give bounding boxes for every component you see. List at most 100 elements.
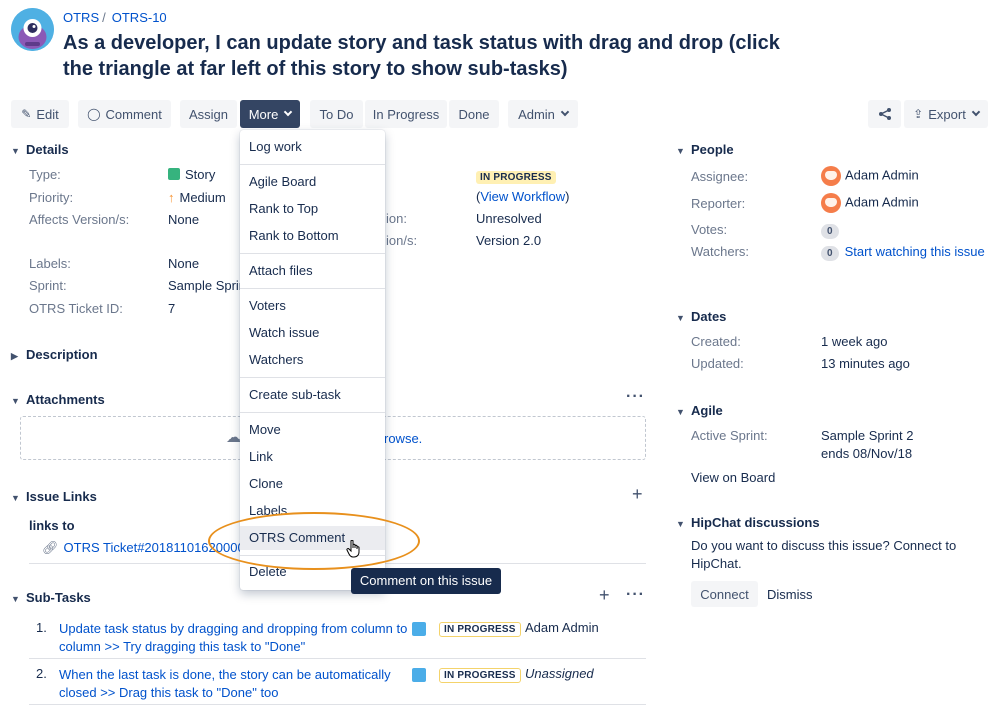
subtask-divider	[29, 704, 646, 705]
reporter-name: Adam Admin	[845, 194, 919, 210]
view-on-board-link[interactable]: View on Board	[691, 470, 775, 485]
sub-tasks-toggle[interactable]: ▼ Sub-Tasks	[11, 590, 91, 605]
project-avatar[interactable]	[11, 8, 54, 51]
highlight-ring	[208, 512, 420, 570]
menu-item-move[interactable]: Move	[240, 419, 385, 441]
more-button[interactable]: More	[240, 100, 300, 128]
hipchat-heading: HipChat discussions	[691, 515, 820, 530]
assign-button[interactable]: Assign	[180, 100, 237, 128]
tooltip: Comment on this issue	[351, 568, 501, 594]
subtasks-more-icon[interactable]: ···	[626, 586, 645, 604]
subtask-assignee[interactable]: Adam Admin	[525, 620, 599, 635]
done-button[interactable]: Done	[449, 100, 499, 128]
attachments-heading: Attachments	[26, 392, 105, 407]
fix-version-value[interactable]: Version 2.0	[476, 233, 541, 248]
browse-link[interactable]: rowse.	[384, 431, 422, 446]
attachments-more-icon[interactable]: ···	[626, 388, 645, 406]
hipchat-toggle[interactable]: ▼ HipChat discussions	[676, 515, 820, 530]
subtask-summary-line: Update task status by dragging and dropp…	[59, 621, 408, 636]
export-label: Export	[928, 106, 966, 122]
subtask-status: IN PROGRESS	[439, 620, 521, 637]
in-progress-label: In Progress	[372, 106, 440, 122]
subtask-assignee: Unassigned	[525, 666, 594, 681]
details-toggle[interactable]: ▼ Details	[11, 142, 69, 157]
dates-toggle[interactable]: ▼ Dates	[676, 309, 726, 324]
resolution-label: ion:	[386, 211, 407, 226]
menu-item-rank-to-top[interactable]: Rank to Top	[240, 198, 385, 220]
assignee-value[interactable]: Adam Admin	[821, 166, 919, 186]
export-button[interactable]: ⇪ Export	[904, 100, 988, 128]
admin-button[interactable]: Admin	[508, 100, 578, 128]
dismiss-link[interactable]: Dismiss	[767, 587, 813, 602]
affects-version-value: None	[168, 212, 200, 227]
menu-item-watch-issue[interactable]: Watch issue	[240, 322, 385, 344]
updated-label: Updated:	[691, 356, 744, 371]
watchers-label: Watchers:	[691, 244, 750, 259]
sub-tasks-heading: Sub-Tasks	[26, 590, 91, 605]
start-watching-link[interactable]: Start watching this issue	[845, 244, 985, 259]
description-toggle[interactable]: ▶ Description	[11, 347, 98, 362]
subtask-summary[interactable]: When the last task is done, the story ca…	[59, 666, 391, 702]
menu-item-rank-to-bottom[interactable]: Rank to Bottom	[240, 225, 385, 247]
issue-links-toggle[interactable]: ▼ Issue Links	[11, 489, 97, 504]
breadcrumb-project[interactable]: OTRS	[63, 10, 99, 25]
menu-divider	[240, 164, 385, 165]
menu-item-link[interactable]: Link	[240, 446, 385, 468]
reporter-value[interactable]: Adam Admin	[821, 193, 919, 213]
type-label: Type:	[29, 167, 61, 182]
status-lozenge: IN PROGRESS	[476, 171, 556, 184]
menu-item-watchers[interactable]: Watchers	[240, 349, 385, 371]
to-do-label: To Do	[319, 106, 354, 122]
subtask-number: 1.	[36, 620, 47, 635]
breadcrumb: OTRS / OTRS-10	[63, 10, 167, 25]
subtask-type-icon	[412, 668, 426, 685]
comment-button[interactable]: ◯ Comment	[78, 100, 171, 128]
share-button[interactable]	[868, 100, 901, 128]
labels-value: None	[168, 256, 200, 271]
watchers-count[interactable]: 0	[821, 246, 839, 261]
menu-item-create-sub-task[interactable]: Create sub-task	[240, 384, 385, 406]
pencil-icon: ✎	[21, 107, 32, 121]
subtask-summary[interactable]: Update task status by dragging and dropp…	[59, 620, 407, 656]
agile-toggle[interactable]: ▼ Agile	[676, 403, 723, 418]
expanded-triangle-icon: ▼	[11, 594, 20, 604]
add-subtask-icon[interactable]: +	[599, 585, 610, 606]
subtask-divider	[29, 658, 646, 659]
chevron-down-icon	[971, 107, 981, 117]
sprint-end-date: ends 08/Nov/18	[821, 446, 913, 461]
in-progress-button[interactable]: In Progress	[365, 100, 447, 128]
avatar	[821, 166, 841, 186]
expanded-triangle-icon: ▼	[11, 493, 20, 503]
created-value: 1 week ago	[821, 334, 888, 349]
subtask-status-lozenge: IN PROGRESS	[439, 622, 521, 637]
affects-version-label: Affects Version/s:	[29, 212, 130, 227]
menu-item-voters[interactable]: Voters	[240, 295, 385, 317]
attachments-toggle[interactable]: ▼ Attachments	[11, 392, 105, 407]
active-sprint-link[interactable]: Sample Sprint 2	[821, 428, 914, 443]
sprint-label: Sprint:	[29, 278, 67, 293]
hipchat-question: Do you want to discuss this issue? Conne…	[691, 537, 956, 573]
arrow-up-icon: ↑	[168, 190, 175, 205]
menu-item-attach-files[interactable]: Attach files	[240, 260, 385, 282]
view-workflow-link[interactable]: View Workflow	[480, 189, 565, 204]
priority-label: Priority:	[29, 190, 74, 205]
collapsed-triangle-icon: ▶	[11, 351, 18, 361]
expanded-triangle-icon: ▼	[11, 396, 20, 406]
connect-button[interactable]: Connect	[691, 581, 758, 607]
sprint-value[interactable]: Sample Sprin	[168, 278, 246, 293]
chevron-down-icon	[284, 107, 293, 117]
assign-label: Assign	[188, 106, 229, 122]
breadcrumb-issue-key[interactable]: OTRS-10	[112, 10, 167, 25]
votes-count: 0	[821, 224, 839, 239]
people-toggle[interactable]: ▼ People	[676, 142, 734, 157]
votes-value[interactable]: 0	[821, 222, 845, 239]
issue-title[interactable]: As a developer, I can update story and t…	[63, 30, 803, 82]
story-icon	[168, 168, 180, 180]
subtask-summary-line: When the last task is done, the story ca…	[59, 667, 391, 682]
to-do-button[interactable]: To Do	[310, 100, 363, 128]
menu-item-log-work[interactable]: Log work	[240, 136, 385, 158]
add-link-icon[interactable]: +	[632, 484, 643, 505]
menu-item-clone[interactable]: Clone	[240, 473, 385, 495]
edit-button[interactable]: ✎ Edit	[11, 100, 69, 128]
menu-item-agile-board[interactable]: Agile Board	[240, 171, 385, 193]
